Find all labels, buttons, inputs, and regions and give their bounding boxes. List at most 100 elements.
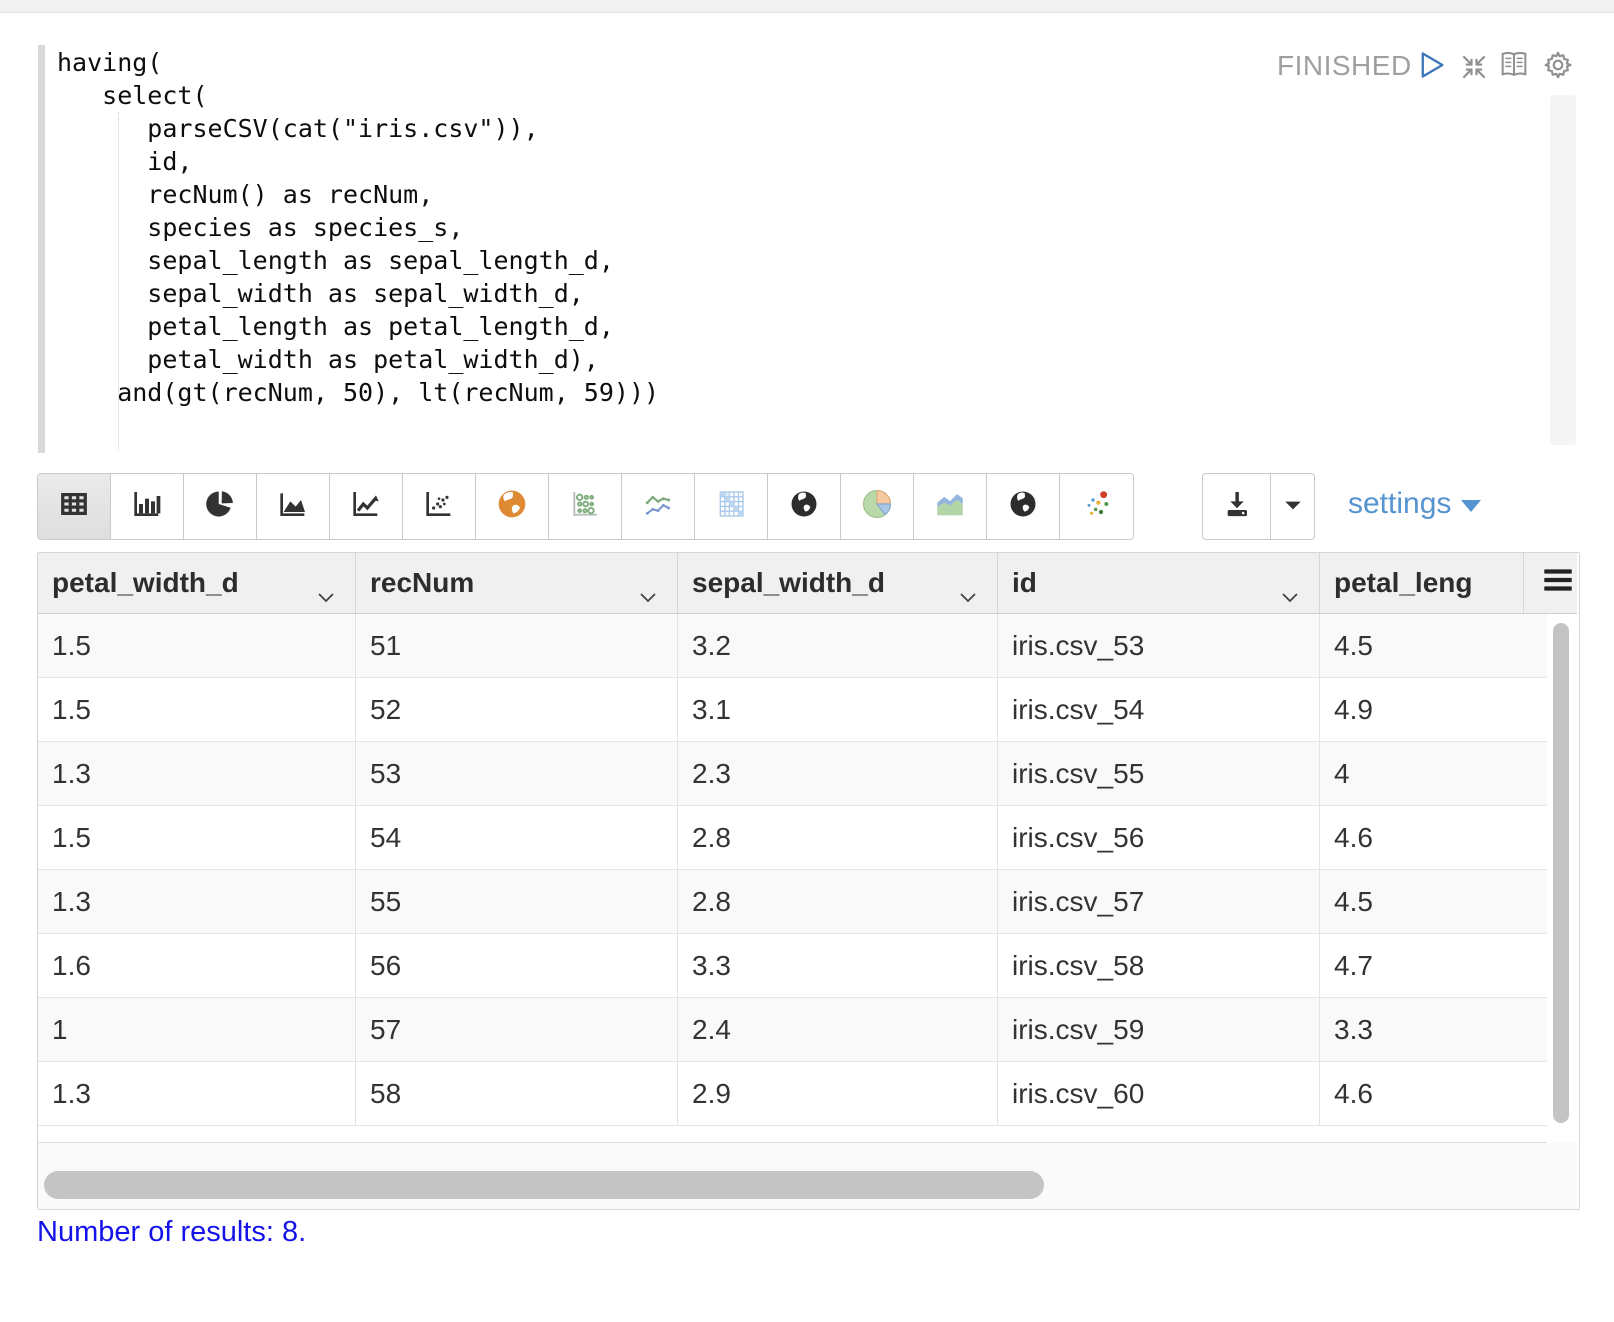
cell-petal-length: 4.6 [1334,1077,1373,1109]
chevron-down-icon[interactable] [1281,578,1299,610]
download-button[interactable] [1203,474,1271,539]
editor-gutter [38,45,45,453]
cell-petal-length: 3.3 [1334,1013,1373,1045]
column-header-sepal-width[interactable]: sepal_width_d [678,553,998,613]
scatter-colored-chart-button[interactable] [1060,474,1133,539]
cell-petal-width: 1.5 [38,614,356,677]
multi-line-chart-button[interactable] [622,474,695,539]
scatter-chart-button[interactable] [403,474,476,539]
query-code-editor[interactable]: having( select( parseCSV(cat("iris.csv")… [57,46,659,409]
area-chart-icon [277,488,309,525]
cell-petal-length: 4.9 [1334,693,1373,725]
cell-sepal-width: 2.3 [678,742,998,805]
cell-recnum: 53 [356,742,678,805]
cell-recnum: 58 [356,1062,678,1125]
cell-recnum: 54 [356,806,678,869]
cell-id: iris.csv_60 [998,1062,1320,1125]
pie-chart-icon [205,489,235,524]
cell-recnum: 51 [356,614,678,677]
cell-petal-length: 4.7 [1334,949,1373,981]
settings-link[interactable]: settings [1348,487,1482,521]
pie-colored-chart-button[interactable] [841,474,914,539]
cell-sepal-width: 3.2 [678,614,998,677]
editor-scrollbar[interactable] [1550,95,1576,445]
page-top-strip [0,0,1614,13]
line-chart-button[interactable] [330,474,403,539]
cell-sepal-width: 2.4 [678,998,998,1061]
download-dropdown-button[interactable] [1271,474,1314,539]
table-horizontal-scroll-track [38,1143,1577,1209]
zeppelin-paragraph: having( select( parseCSV(cat("iris.csv")… [0,0,1614,1322]
table-row: 1.6 56 3.3 iris.csv_58 4.7 [38,934,1547,998]
table-row: 1.3 58 2.9 iris.csv_60 4.6 [38,1062,1547,1126]
cell-recnum: 56 [356,934,678,997]
table-chart-button[interactable] [38,474,111,539]
cell-id: iris.csv_53 [998,614,1320,677]
heatmap-chart-button[interactable] [695,474,768,539]
table-menu-button[interactable] [1524,553,1577,613]
table-vertical-scrollbar[interactable] [1553,623,1569,1123]
area-colored-chart-button[interactable] [914,474,987,539]
download-button-group [1202,473,1315,540]
book-icon[interactable] [1497,48,1531,82]
cell-petal-width: 1 [38,998,356,1061]
globe-alt-chart-button[interactable] [987,474,1060,539]
chart-type-toolbar [37,473,1134,540]
gear-icon[interactable] [1541,48,1575,82]
scatter-chart-icon [423,488,455,525]
map-globe-icon [496,488,528,525]
cell-petal-width: 1.3 [38,870,356,933]
cell-petal-length: 4.5 [1334,885,1373,917]
chevron-down-icon[interactable] [959,578,977,610]
pie-chart-button[interactable] [184,474,257,539]
download-icon [1221,488,1253,525]
table-row: 1.3 55 2.8 iris.csv_57 4.5 [38,870,1547,934]
table-row: 1.5 52 3.1 iris.csv_54 4.9 [38,678,1547,742]
chevron-down-icon[interactable] [317,578,335,610]
compress-icon[interactable] [1457,50,1491,84]
cell-id: iris.csv_54 [998,678,1320,741]
globe-alt-icon [1008,489,1038,524]
column-header-recnum[interactable]: recNum [356,553,678,613]
scatter-colored-icon [1081,488,1113,525]
cell-id: iris.csv_59 [998,998,1320,1061]
hamburger-menu-icon [1543,567,1573,600]
cell-petal-length: 4 [1334,757,1350,789]
map-chart-button[interactable] [476,474,549,539]
settings-caret-icon [1461,500,1482,512]
heatmap-icon [715,488,747,525]
table-horizontal-scrollbar[interactable] [44,1171,1044,1199]
multi-line-icon [642,488,674,525]
column-header-petal-length[interactable]: petal_leng [1320,553,1524,613]
chevron-down-icon[interactable] [639,578,657,610]
cell-recnum: 52 [356,678,678,741]
column-header-petal-width[interactable]: petal_width_d [38,553,356,613]
result-count-text: Number of results: 8. [37,1216,307,1248]
cell-sepal-width: 2.9 [678,1062,998,1125]
cell-id: iris.csv_58 [998,934,1320,997]
globe-icon [789,489,819,524]
table-empty-strip [38,1126,1547,1143]
globe-chart-button[interactable] [768,474,841,539]
table-header-row: petal_width_d recNum sepal_width_d id pe… [38,553,1577,614]
cell-petal-width: 1.5 [38,806,356,869]
cell-petal-width: 1.3 [38,742,356,805]
status-badge: FINISHED [1277,50,1412,81]
table-row: 1.5 51 3.2 iris.csv_53 4.5 [38,614,1547,678]
cell-petal-width: 1.3 [38,1062,356,1125]
table-row: 1.5 54 2.8 iris.csv_56 4.6 [38,806,1547,870]
area-colored-icon [933,487,967,526]
pie-colored-icon [860,487,894,526]
caret-down-icon [1284,498,1302,516]
column-header-id[interactable]: id [998,553,1320,613]
bar-chart-button[interactable] [111,474,184,539]
bubble-matrix-button[interactable] [549,474,622,539]
run-icon[interactable] [1415,48,1449,82]
area-chart-button[interactable] [257,474,330,539]
cell-sepal-width: 2.8 [678,870,998,933]
cell-petal-length: 4.6 [1334,821,1373,853]
table-row: 1 57 2.4 iris.csv_59 3.3 [38,998,1547,1062]
table-icon [59,489,89,524]
cell-recnum: 57 [356,998,678,1061]
bar-chart-icon [131,488,163,525]
